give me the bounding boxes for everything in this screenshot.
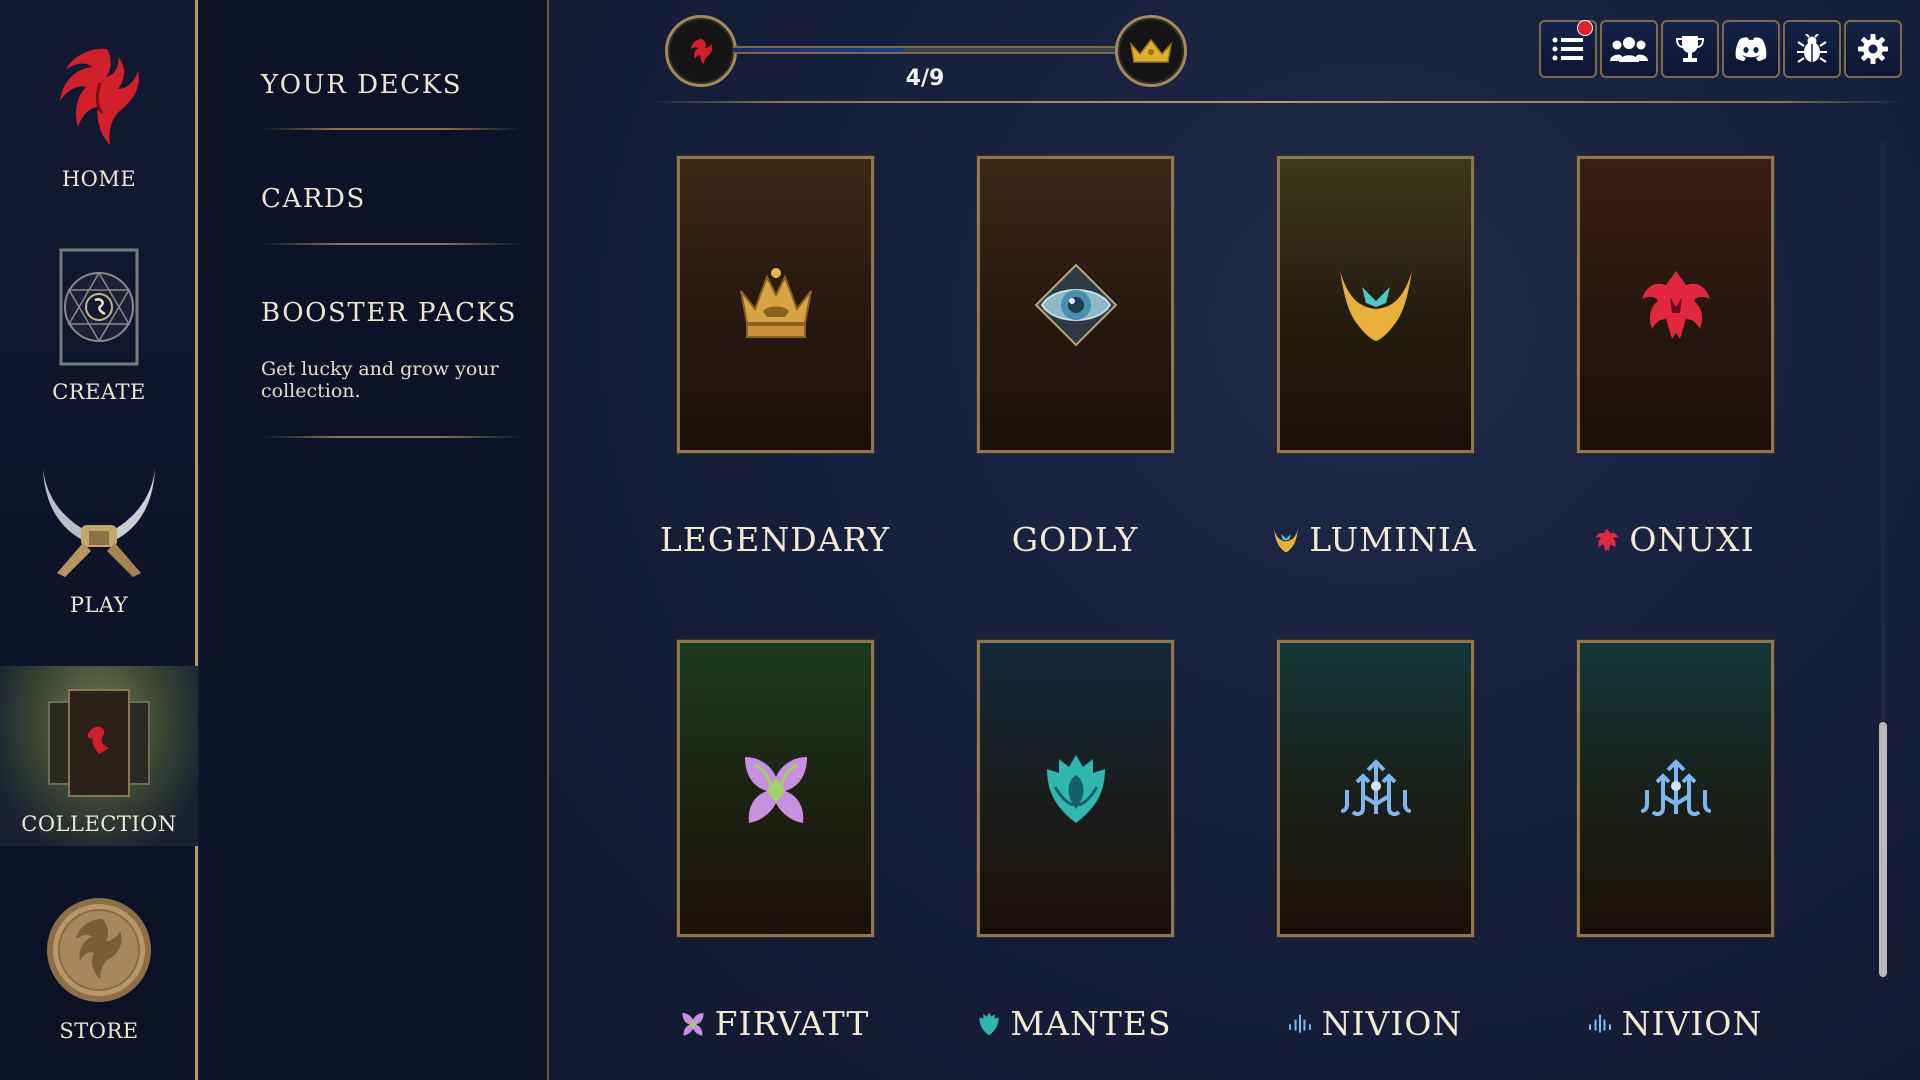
nivion-faction-icon: [1588, 1014, 1611, 1033]
pack-name: GODLY: [1011, 520, 1139, 559]
pack-name: NIVION: [1621, 1004, 1763, 1043]
pack-name: ONUXI: [1629, 520, 1755, 559]
divider: [261, 436, 521, 438]
booster-pack-nivion[interactable]: [1277, 640, 1474, 937]
pack-label-luminia: LUMINIA: [1225, 520, 1525, 559]
luminia-faction-icon: [1273, 527, 1299, 552]
pack-name: LEGENDARY: [659, 520, 891, 559]
nav-create-label: CREATE: [52, 380, 146, 404]
list-icon: [1552, 37, 1583, 61]
discord-button[interactable]: [1722, 20, 1780, 78]
gear-icon: [1858, 34, 1888, 64]
onuxi-faction-icon: [1596, 528, 1619, 551]
progress-reward-medal[interactable]: [1115, 15, 1187, 87]
leaderboard-button[interactable]: [1661, 20, 1719, 78]
luminia-emblem-icon: [1339, 270, 1412, 341]
progress-start-medal: [665, 15, 737, 87]
reward-progress-bar: [733, 46, 1119, 54]
booster-pack-godly[interactable]: [977, 156, 1174, 453]
nav-play[interactable]: PLAY: [0, 426, 198, 639]
friends-button[interactable]: [1600, 20, 1658, 78]
nav-home-label: HOME: [61, 167, 137, 191]
pack-name: NIVION: [1321, 1004, 1463, 1043]
booster-packs-panel: 4/9 LEGENDARY GODLY LUMINIA ONUXI FIRVAT…: [551, 0, 1920, 1080]
store-coin-icon: [47, 898, 151, 1002]
booster-pack-onuxi[interactable]: [1577, 156, 1774, 453]
pack-label-godly: GODLY: [925, 520, 1225, 559]
card-collection-icon: [48, 689, 150, 797]
pack-label-onuxi: ONUXI: [1525, 520, 1825, 559]
nav-home[interactable]: HOME: [0, 0, 198, 213]
crown-emblem-icon: [739, 267, 812, 338]
phoenix-logo-icon: [60, 48, 139, 145]
pack-label-nivion: NIVION: [1525, 1004, 1825, 1043]
scrollbar-thumb[interactable]: [1879, 722, 1887, 977]
phoenix-logo-icon: [691, 39, 713, 64]
nav-store-label: STORE: [59, 1019, 139, 1043]
bug-icon: [1797, 34, 1827, 63]
nav-collection[interactable]: COLLECTION: [0, 666, 198, 846]
progress-count: 4/9: [905, 66, 945, 91]
report-bug-button[interactable]: [1783, 20, 1841, 78]
create-emblem-icon: [59, 248, 139, 366]
nav-create[interactable]: CREATE: [0, 213, 198, 426]
divider: [261, 243, 521, 245]
nivion-emblem-icon: [1340, 758, 1411, 816]
onuxi-emblem-icon: [1641, 270, 1710, 339]
mantes-emblem-icon: [1046, 754, 1105, 823]
trophy-icon: [1675, 36, 1705, 62]
firvatt-emblem-icon: [744, 756, 807, 823]
top-toolbar: [1539, 20, 1902, 78]
booster-pack-mantes[interactable]: [977, 640, 1174, 937]
firvatt-faction-icon: [681, 1012, 704, 1036]
crossed-swords-icon: [43, 469, 155, 577]
booster-pack-nivion[interactable]: [1577, 640, 1774, 937]
eye-emblem-icon: [1034, 263, 1117, 346]
booster-pack-luminia[interactable]: [1277, 156, 1474, 453]
subnav-booster-packs[interactable]: BOOSTER PACKS: [261, 298, 517, 328]
booster-pack-legendary[interactable]: [677, 156, 874, 453]
pack-label-mantes: MANTES: [925, 1004, 1225, 1043]
divider: [261, 128, 521, 130]
mantes-faction-icon: [979, 1012, 1000, 1035]
pack-label-legendary: LEGENDARY: [625, 520, 925, 559]
pack-name: MANTES: [1010, 1004, 1172, 1043]
nivion-faction-icon: [1288, 1014, 1311, 1033]
nav-store[interactable]: STORE: [0, 852, 198, 1065]
booster-packs-description: Get lucky and grow your collection.: [261, 358, 499, 402]
discord-icon: [1735, 37, 1767, 61]
pack-label-firvatt: FIRVATT: [625, 1004, 925, 1043]
crown-icon: [1129, 38, 1173, 63]
pack-label-nivion: NIVION: [1225, 1004, 1525, 1043]
nav-collection-label: COLLECTION: [21, 812, 177, 836]
friends-icon: [1610, 37, 1648, 62]
reward-progress-fill: [733, 48, 905, 52]
pack-name: FIRVATT: [714, 1004, 870, 1043]
nivion-emblem-icon: [1640, 758, 1711, 816]
booster-pack-firvatt[interactable]: [677, 640, 874, 937]
quests-button[interactable]: [1539, 20, 1597, 78]
pack-name: LUMINIA: [1309, 520, 1477, 559]
main-navigation: HOME CREATE PLAY COLLECTION STORE: [0, 0, 198, 1080]
nav-play-label: PLAY: [69, 593, 129, 617]
collection-subnav: YOUR DECKS CARDS BOOSTER PACKS Get lucky…: [201, 0, 549, 1080]
header-divider: [651, 101, 1901, 103]
settings-button[interactable]: [1844, 20, 1902, 78]
subnav-your-decks[interactable]: YOUR DECKS: [261, 70, 462, 100]
notification-badge: [1577, 20, 1593, 36]
subnav-cards[interactable]: CARDS: [261, 184, 366, 214]
